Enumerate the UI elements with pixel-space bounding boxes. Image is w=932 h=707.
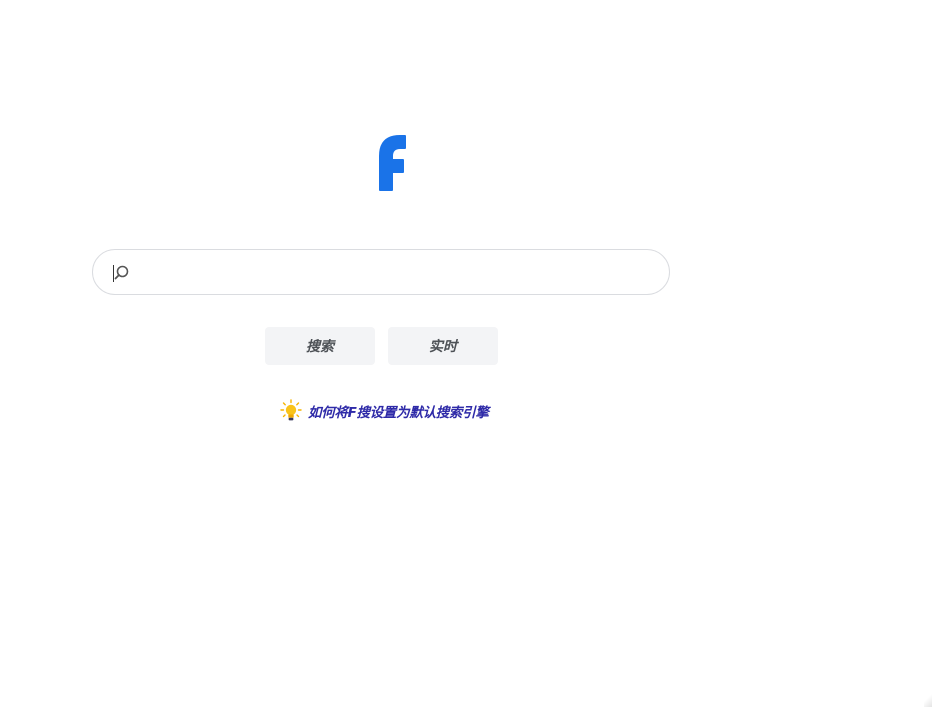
window-corner <box>924 693 932 707</box>
realtime-button[interactable]: 实时 <box>388 327 498 365</box>
search-homepage: 搜索 实时 如何将F搜设置为默认搜索引擎 <box>0 0 932 707</box>
search-button[interactable]: 搜索 <box>265 327 375 365</box>
search-bar[interactable] <box>92 249 670 295</box>
lightbulb-icon <box>280 399 302 421</box>
search-icon <box>114 265 129 280</box>
f-logo-icon <box>379 135 406 191</box>
set-default-search-link[interactable]: 如何将F搜设置为默认搜索引擎 <box>280 398 489 424</box>
set-default-search-text: 如何将F搜设置为默认搜索引擎 <box>308 405 489 421</box>
search-input[interactable] <box>137 250 647 294</box>
